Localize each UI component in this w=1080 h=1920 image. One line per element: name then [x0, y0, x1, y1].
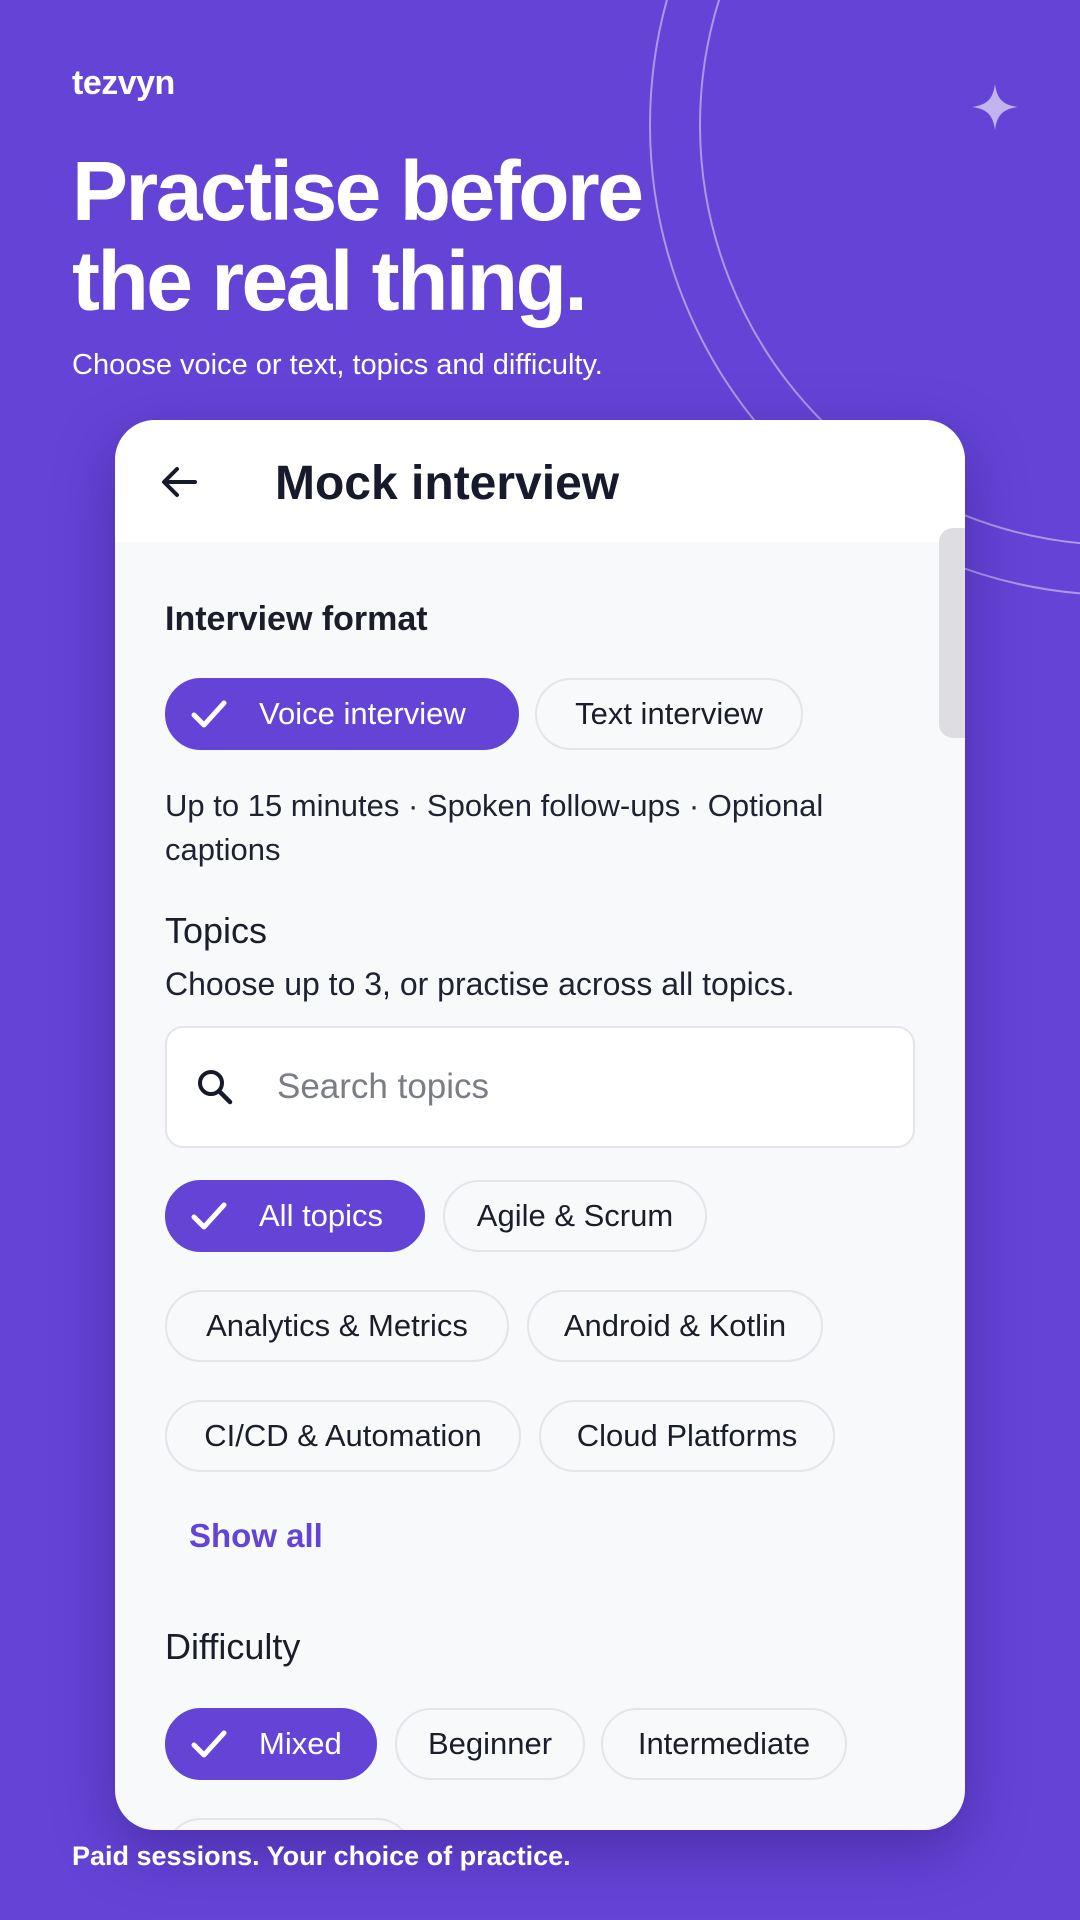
hero-subhead: Choose voice or text, topics and difficu… — [72, 349, 603, 381]
chip-label: Agile & Scrum — [476, 1198, 674, 1233]
show-all-button[interactable]: Show all — [189, 1517, 323, 1555]
hero-headline-line-2: the real thing. — [72, 234, 588, 328]
chip-voice-interview[interactable]: Voice interview — [165, 678, 519, 750]
app-screen: Mock interview Interview format Voice in… — [115, 420, 965, 1830]
chip-label: Intermediate — [637, 1726, 811, 1761]
brand-logo: tezvyn — [72, 64, 175, 102]
difficulty-label: Difficulty — [165, 1626, 301, 1667]
chip-label: Android & Kotlin — [563, 1308, 787, 1343]
chip-label: Beginner — [427, 1726, 553, 1761]
chip-label: Cloud Platforms — [576, 1418, 798, 1453]
app-bar: Mock interview — [115, 420, 965, 542]
arrow-left-icon — [162, 467, 197, 497]
chip-text-interview[interactable]: Text interview — [535, 678, 803, 750]
search-icon — [191, 1063, 239, 1111]
interview-format-label: Interview format — [165, 600, 428, 638]
sparkle-icon — [972, 84, 1018, 130]
chip-agile-scrum[interactable]: Agile & Scrum — [443, 1180, 707, 1252]
page-title: Mock interview — [275, 457, 620, 510]
chip-label: Text interview — [575, 696, 763, 731]
chip-intermediate[interactable]: Intermediate — [601, 1708, 847, 1780]
chip-partial[interactable] — [165, 1818, 413, 1830]
hero-headline-line-1: Practise before — [72, 144, 644, 238]
chip-android-kotlin[interactable]: Android & Kotlin — [527, 1290, 823, 1362]
scrollbar-thumb[interactable] — [939, 528, 965, 738]
search-field[interactable] — [165, 1026, 915, 1148]
topics-hint: Choose up to 3, or practise across all t… — [165, 966, 795, 1002]
chip-mixed[interactable]: Mixed — [165, 1708, 377, 1780]
footer-tagline: Paid sessions. Your choice of practice. — [72, 1841, 571, 1871]
check-icon — [187, 692, 231, 736]
chip-cloud-platforms[interactable]: Cloud Platforms — [539, 1400, 835, 1472]
search-input[interactable] — [277, 1067, 877, 1107]
chip-ci-cd-automation[interactable]: CI/CD & Automation — [165, 1400, 521, 1472]
chip-analytics-metrics[interactable]: Analytics & Metrics — [165, 1290, 509, 1362]
check-icon — [187, 1194, 231, 1238]
chip-beginner[interactable]: Beginner — [395, 1708, 585, 1780]
format-description: Up to 15 minutes · Spoken follow-ups · O… — [165, 788, 824, 867]
chip-label: Voice interview — [259, 696, 466, 731]
chip-label: Analytics & Metrics — [206, 1308, 468, 1343]
back-button[interactable] — [155, 458, 203, 506]
check-icon — [187, 1722, 231, 1766]
chip-label: Mixed — [259, 1726, 342, 1761]
chip-label: All topics — [259, 1198, 384, 1233]
chip-label: CI/CD & Automation — [204, 1418, 482, 1453]
topics-label: Topics — [165, 910, 268, 951]
hero-headline: Practise before the real thing. — [72, 146, 772, 326]
chip-all-topics[interactable]: All topics — [165, 1180, 425, 1252]
